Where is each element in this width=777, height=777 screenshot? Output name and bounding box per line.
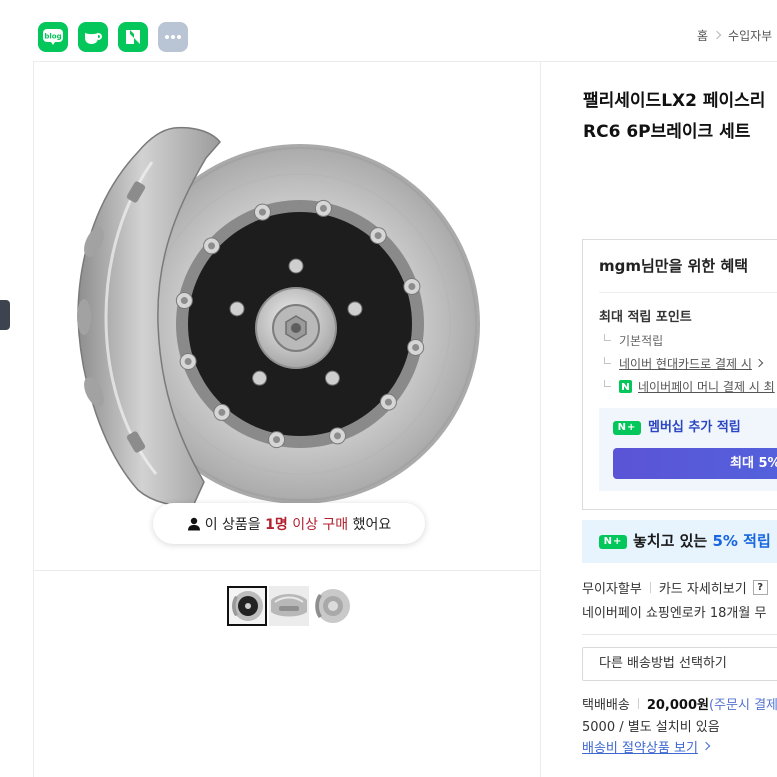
shipping-method-select[interactable]: 다른 배송방법 선택하기 bbox=[582, 647, 777, 681]
benefit-item-label: 기본적립 bbox=[619, 333, 664, 348]
thumbnail-rotor-front[interactable] bbox=[227, 586, 267, 626]
product-gallery: 이 상품을 1명 이상 구매 했어요 bbox=[33, 62, 541, 777]
benefit-item-hyundai-card[interactable]: 네이버 현대카드로 결제 시 bbox=[599, 354, 764, 372]
shipping-extra-row: 5000 / 별도 설치비 있음 bbox=[582, 716, 720, 735]
product-title-line1: 팰리세이드LX2 페이스리 bbox=[583, 91, 766, 111]
product-title: 팰리세이드LX2 페이스리 RC6 6P브레이크 세트 bbox=[583, 86, 765, 148]
missed-points-highlight: 5% 적립 bbox=[712, 532, 771, 550]
rotor-bolt-head bbox=[218, 408, 226, 416]
rotor-bolt-head bbox=[258, 208, 266, 216]
shipping-fee-note: (주문시 결제 bbox=[708, 697, 777, 713]
product-info-panel: 팰리세이드LX2 페이스리 RC6 6P브레이크 세트 mgm님만을 위한 혜택… bbox=[541, 62, 777, 777]
side-panel-toggle[interactable] bbox=[0, 300, 10, 330]
benefit-item-label[interactable]: 네이버 현대카드로 결제 시 bbox=[619, 355, 752, 372]
shipping-type: 택배배송 bbox=[582, 697, 630, 713]
cafe-cup-icon bbox=[85, 30, 102, 44]
help-icon[interactable]: ? bbox=[752, 579, 768, 595]
badge-emphasis: 이상 구매 bbox=[292, 516, 349, 533]
benefits-heading: mgm님만을 위한 혜택 bbox=[599, 257, 749, 275]
rotor-bolt-head bbox=[334, 432, 342, 440]
member-benefits-box: mgm님만을 위한 혜택 최대 적립 포인트 기본적립 네이버 현대카드로 결제… bbox=[582, 239, 777, 510]
person-icon bbox=[187, 517, 200, 530]
product-title-line2: RC6 6P브레이크 세트 bbox=[583, 122, 751, 142]
rotor-bolt-head bbox=[412, 343, 420, 351]
dots-icon bbox=[165, 35, 181, 39]
tree-elbow-icon bbox=[604, 334, 611, 341]
caliper-thumbnail-image bbox=[269, 586, 309, 626]
naver-blog-icon[interactable]: blog bbox=[38, 22, 68, 52]
chevron-right-icon bbox=[701, 741, 711, 751]
rotor-bolt-head bbox=[208, 242, 216, 250]
rotor-side-thumbnail-image bbox=[311, 586, 351, 626]
tree-elbow-icon bbox=[604, 380, 611, 387]
shipping-saver-link[interactable]: 배송비 절약상품 보기 bbox=[582, 737, 698, 756]
separator bbox=[637, 697, 639, 709]
brake-kit-image bbox=[77, 126, 480, 506]
missed-points-banner[interactable]: N+ 놓치고 있는 5% 적립 bbox=[582, 520, 777, 563]
lug-stud bbox=[324, 370, 340, 386]
section-divider bbox=[582, 634, 777, 635]
breadcrumb-category[interactable]: 수입자부 bbox=[728, 27, 772, 44]
blog-bubble-icon: blog bbox=[43, 29, 63, 45]
rotor-bolt-head bbox=[180, 297, 188, 305]
lug-stud bbox=[347, 301, 363, 317]
rotor-bolt-head bbox=[319, 204, 327, 212]
breadcrumb-home[interactable]: 홈 bbox=[697, 27, 708, 44]
rotor-bolt-head bbox=[273, 436, 281, 444]
missed-points-text: 놓치고 있는 5% 적립 bbox=[633, 520, 771, 563]
badge-prefix: 이 상품을 bbox=[204, 516, 261, 533]
naver-cafe-icon[interactable] bbox=[78, 22, 108, 52]
gallery-divider bbox=[34, 570, 540, 571]
benefit-item-label[interactable]: 네이버페이 머니 결제 시 최 bbox=[638, 378, 775, 395]
rotor-bolt-head bbox=[374, 232, 382, 240]
membership-max-button[interactable]: 최대 5% bbox=[613, 448, 777, 479]
rotor-bolt-head bbox=[408, 282, 416, 290]
installment-row: 무이자할부 카드 자세히보기 ? bbox=[582, 578, 768, 597]
naver-keep-icon[interactable] bbox=[118, 22, 148, 52]
badge-suffix: 했어요 bbox=[352, 516, 392, 533]
shipping-fee: 20,000원 bbox=[646, 697, 709, 713]
installment-label: 무이자할부 bbox=[582, 581, 642, 597]
installment-promo: 네이버페이 쇼핑엔로카 18개월 무 bbox=[582, 602, 767, 621]
shipping-extra: 5000 / 별도 설치비 있음 bbox=[582, 719, 720, 735]
nplus-membership-icon: N+ bbox=[599, 535, 627, 549]
missed-points-label: 놓치고 있는 bbox=[633, 532, 708, 550]
thumbnail-caliper[interactable] bbox=[269, 586, 309, 626]
lug-stud bbox=[288, 258, 304, 274]
keep-flag-icon bbox=[126, 30, 140, 44]
nplus-membership-icon: N+ bbox=[613, 421, 641, 435]
naverpay-money-icon bbox=[619, 379, 632, 393]
shipping-fee-row: 택배배송 20,000원 (주문시 결제 bbox=[582, 694, 777, 713]
membership-label: 멤버십 추가 적립 bbox=[648, 420, 741, 435]
rotor-thumbnail-image bbox=[229, 588, 265, 624]
tree-elbow-icon bbox=[604, 357, 611, 364]
benefit-item-naverpay-money[interactable]: 네이버페이 머니 결제 시 최 bbox=[599, 377, 775, 395]
more-dots-icon[interactable] bbox=[158, 22, 188, 52]
rotor-bolt-head bbox=[384, 398, 392, 406]
badge-count: 1명 bbox=[265, 516, 288, 533]
installment-promo-text: 네이버페이 쇼핑엔로카 18개월 무 bbox=[582, 605, 767, 621]
rotor-bolt-head bbox=[184, 358, 192, 366]
thumbnail-rotor-side[interactable] bbox=[311, 586, 351, 626]
chevron-right-icon bbox=[712, 30, 722, 40]
membership-benefit-box: N+ 멤버십 추가 적립 최대 5% bbox=[599, 408, 777, 491]
lug-stud bbox=[252, 370, 268, 386]
chevron-right-icon bbox=[754, 358, 764, 368]
max-points-label: 최대 적립 포인트 bbox=[599, 310, 692, 325]
lug-stud bbox=[229, 301, 245, 317]
svg-text:blog: blog bbox=[44, 33, 61, 41]
benefit-item-basic: 기본적립 bbox=[599, 331, 663, 349]
card-details-link[interactable]: 카드 자세히보기 bbox=[659, 578, 747, 597]
purchase-count-badge: 이 상품을 1명 이상 구매 했어요 bbox=[153, 503, 425, 544]
shipping-saver-row[interactable]: 배송비 절약상품 보기 bbox=[582, 737, 711, 756]
benefits-divider bbox=[599, 292, 777, 293]
separator bbox=[649, 581, 651, 593]
breadcrumb: 홈 수입자부 bbox=[697, 26, 772, 44]
